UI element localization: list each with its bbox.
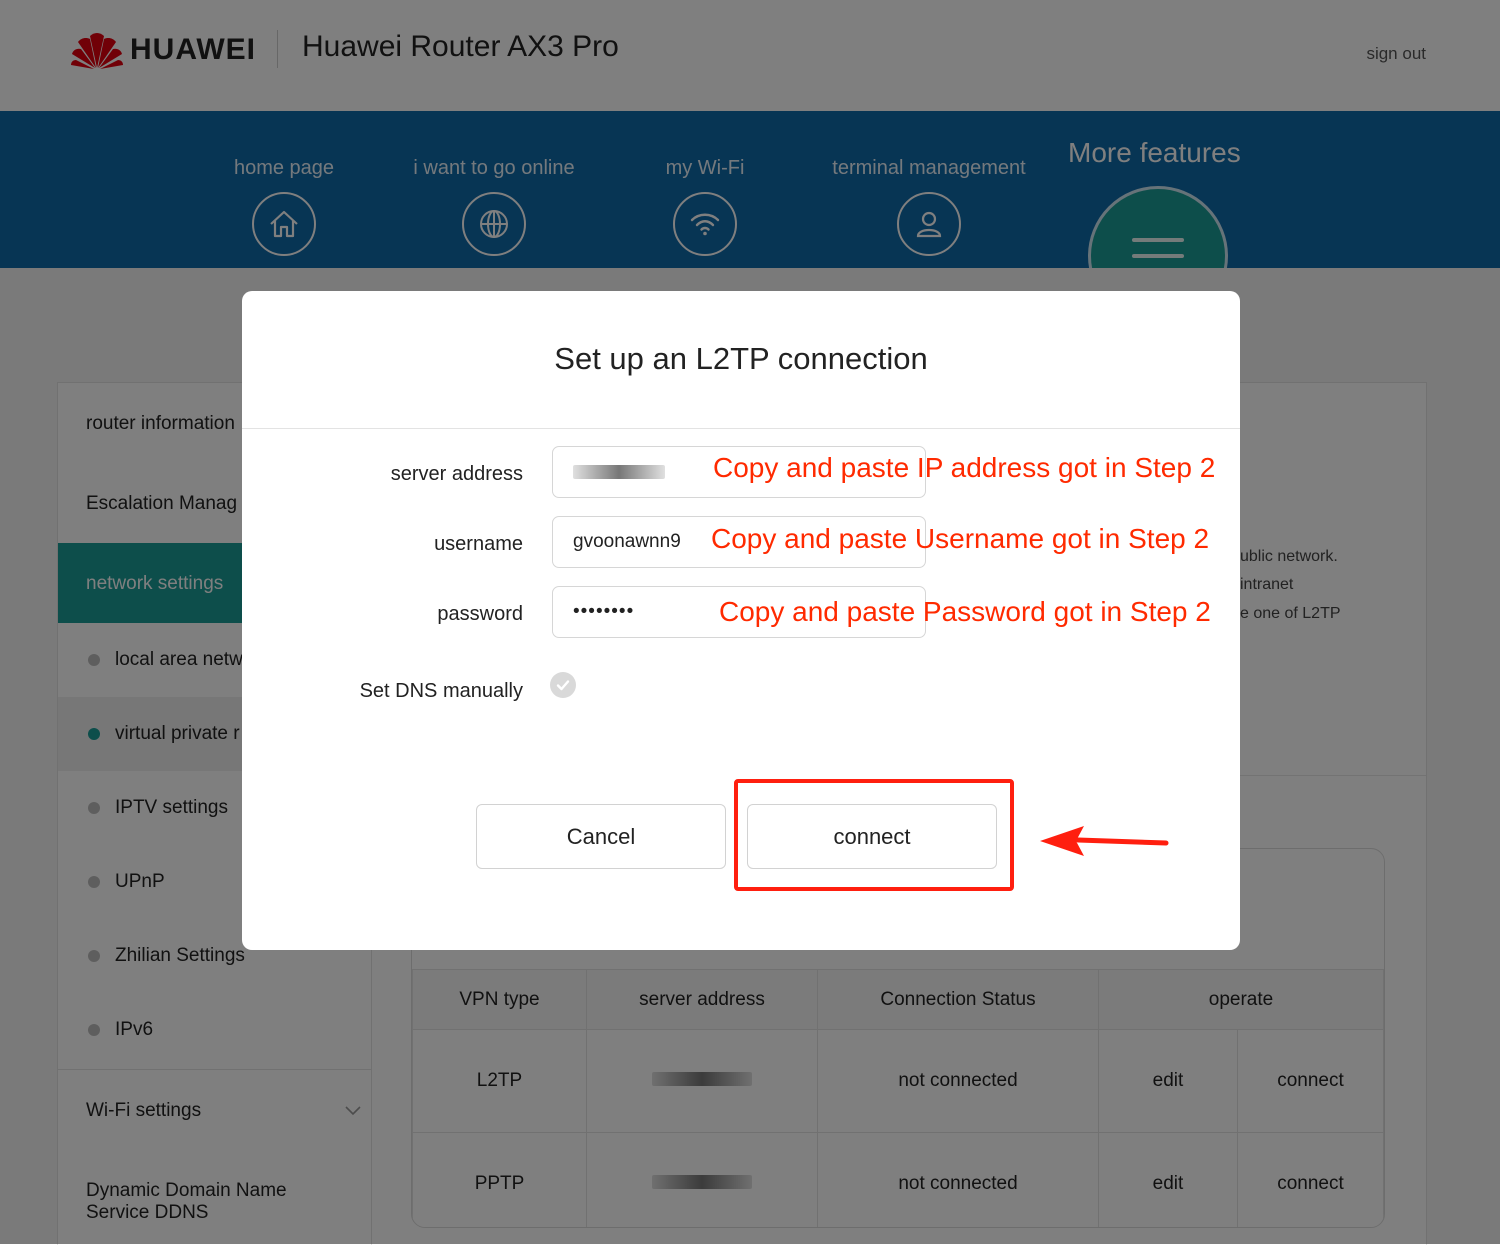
- username-label: username: [434, 533, 523, 555]
- highlight-box: [734, 779, 1014, 891]
- annotation-server: Copy and paste IP address got in Step 2: [713, 452, 1216, 483]
- dns-manual-label: Set DNS manually: [359, 680, 523, 702]
- check-icon: [556, 680, 570, 691]
- annotation-password: Copy and paste Password got in Step 2: [719, 596, 1211, 627]
- arrow-left-icon: [1040, 826, 1169, 856]
- dialog-title: Set up an L2TP connection: [554, 341, 928, 376]
- cancel-button[interactable]: Cancel: [476, 804, 726, 869]
- dns-manual-checkbox[interactable]: [550, 672, 576, 698]
- dialog-divider: [242, 428, 1240, 429]
- password-label: password: [437, 603, 523, 625]
- annotation-username: Copy and paste Username got in Step 2: [711, 523, 1210, 554]
- redacted-value: [573, 464, 665, 479]
- server-address-label: server address: [390, 463, 523, 485]
